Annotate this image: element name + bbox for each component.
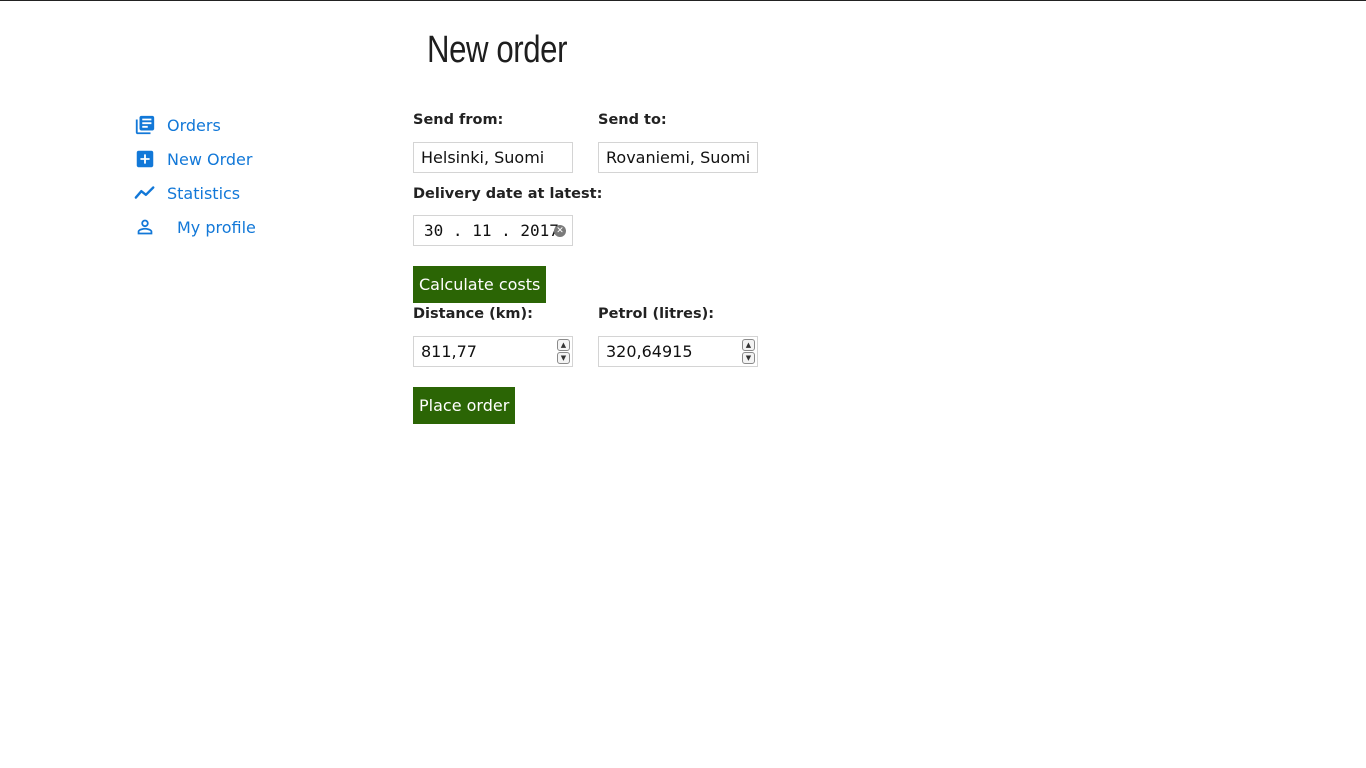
petrol-value: 320,64915 (606, 342, 693, 361)
distance-stepper[interactable]: ▲ ▼ (557, 339, 570, 364)
distance-value: 811,77 (421, 342, 477, 361)
sidebar-item-label: My profile (177, 217, 256, 237)
sidebar-item-label: Orders (167, 115, 221, 135)
library-books-icon (134, 114, 156, 136)
page-title: New order (427, 29, 568, 71)
sidebar-item-statistics[interactable]: Statistics (134, 181, 256, 205)
date-separator: . (501, 221, 511, 240)
date-month[interactable]: 11 (472, 221, 491, 240)
trending-line-icon (134, 182, 156, 204)
distance-input[interactable]: 811,77 ▲ ▼ (413, 336, 573, 367)
chevron-up-icon[interactable]: ▲ (742, 339, 755, 351)
distance-label: Distance (km): (413, 306, 533, 322)
petrol-label: Petrol (litres): (598, 306, 715, 322)
add-box-icon (134, 148, 156, 170)
sidebar-nav: Orders New Order Statistics My profile (134, 113, 256, 249)
chevron-down-icon[interactable]: ▼ (742, 352, 755, 364)
delivery-date-input[interactable]: 30 . 11 . 2017 ✕ (413, 215, 573, 246)
sidebar-item-orders[interactable]: Orders (134, 113, 256, 137)
date-day[interactable]: 30 (424, 221, 443, 240)
send-to-label: Send to: (598, 112, 667, 128)
sidebar-item-new-order[interactable]: New Order (134, 147, 256, 171)
delivery-date-label: Delivery date at latest: (413, 186, 603, 202)
send-from-input[interactable]: Helsinki, Suomi (413, 142, 573, 173)
person-icon (134, 216, 156, 238)
send-from-label: Send from: (413, 112, 504, 128)
sidebar-item-label: New Order (167, 149, 253, 169)
clear-icon[interactable]: ✕ (554, 225, 566, 237)
sidebar-item-my-profile[interactable]: My profile (134, 215, 256, 239)
petrol-input[interactable]: 320,64915 ▲ ▼ (598, 336, 758, 367)
place-order-button[interactable]: Place order (413, 387, 516, 424)
calculate-costs-button[interactable]: Calculate costs (413, 266, 547, 303)
sidebar-item-label: Statistics (167, 183, 241, 203)
date-separator: . (452, 221, 463, 240)
send-to-input[interactable]: Rovaniemi, Suomi (598, 142, 758, 173)
petrol-stepper[interactable]: ▲ ▼ (742, 339, 755, 364)
chevron-up-icon[interactable]: ▲ (557, 339, 570, 351)
chevron-down-icon[interactable]: ▼ (557, 352, 570, 364)
